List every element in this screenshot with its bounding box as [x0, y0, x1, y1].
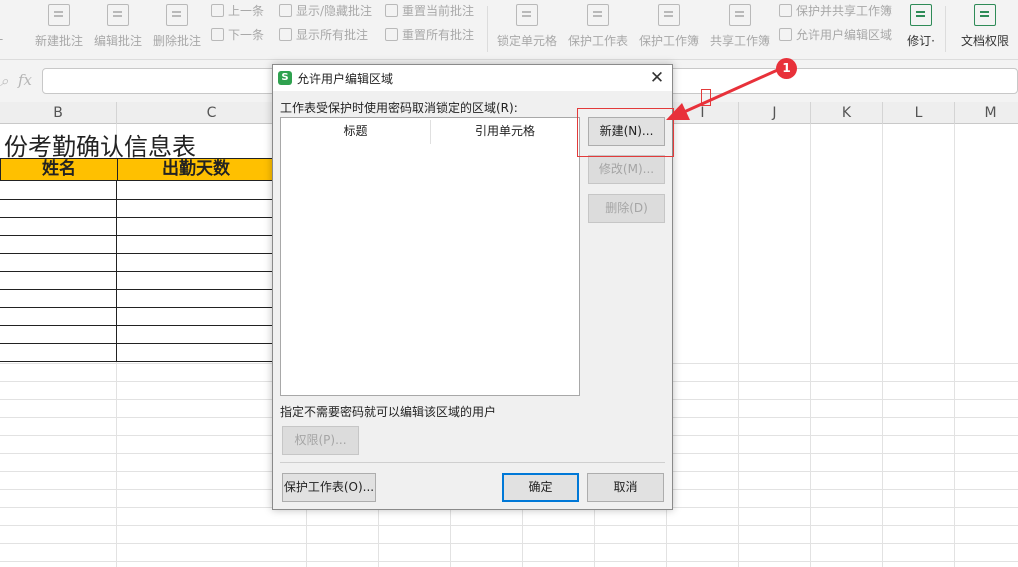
protect-workbook-icon	[658, 4, 680, 26]
table-row[interactable]	[0, 182, 275, 200]
new-range-button[interactable]: 新建(N)...	[588, 117, 665, 146]
table-row[interactable]	[0, 326, 275, 344]
doc-permission-button[interactable]: 文档权限	[955, 0, 1015, 58]
table-row[interactable]	[0, 200, 275, 218]
table-column-divider	[116, 181, 117, 361]
toggle-comments-icon	[279, 3, 292, 17]
dialog-separator	[280, 462, 665, 463]
users-label: 指定不需要密码就可以编辑该区域的用户	[280, 405, 497, 419]
allow-edit-ranges-icon	[779, 27, 792, 41]
delete-comment-button[interactable]: 删除批注	[151, 0, 203, 58]
close-button[interactable]: ✕	[645, 67, 669, 89]
edit-comment-icon	[107, 4, 129, 26]
ribbon-separator	[945, 6, 946, 52]
table-header-row: 姓名 出勤天数	[0, 158, 275, 181]
dialog-title: 允许用户编辑区域	[297, 72, 394, 86]
header-cell-days[interactable]: 出勤天数	[117, 159, 274, 180]
allow-edit-ranges-dialog: S 允许用户编辑区域 ✕ 工作表受保护时使用密码取消锁定的区域(R): 标题 引…	[272, 64, 673, 510]
reset-all-comments-icon	[385, 27, 398, 41]
share-workbook-icon	[729, 4, 751, 26]
toggle-comments-button[interactable]: 显示/隐藏批注	[279, 1, 372, 19]
allow-edit-ranges-button[interactable]: 允许用户编辑区域	[779, 25, 892, 43]
permissions-button[interactable]: 权限(P)...	[282, 426, 359, 455]
table-row[interactable]	[0, 272, 275, 290]
ribbon-toolbar: - 新建批注 编辑批注 删除批注 上一条 下一条 显示/隐藏批注 显示所有批注 …	[0, 0, 1018, 60]
protect-sheet-button[interactable]: 保护工作表(O)...	[282, 473, 376, 502]
column-header-j[interactable]: J	[739, 102, 811, 124]
column-header-l[interactable]: L	[883, 102, 955, 124]
table-row[interactable]	[0, 290, 275, 308]
reset-comment-icon	[385, 3, 398, 17]
share-workbook-button[interactable]: 共享工作簿	[708, 0, 772, 58]
table-row[interactable]	[0, 344, 275, 362]
dialog-titlebar[interactable]: S 允许用户编辑区域 ✕	[273, 65, 672, 91]
list-header-title[interactable]: 标题	[281, 118, 430, 144]
ribbon-separator	[487, 6, 488, 52]
show-all-comments-button[interactable]: 显示所有批注	[279, 25, 368, 43]
show-all-comments-icon	[279, 27, 292, 41]
track-changes-icon	[910, 4, 932, 26]
new-comment-button[interactable]: 新建批注	[33, 0, 85, 58]
column-header-b[interactable]: B	[0, 102, 117, 124]
protect-share-workbook-button[interactable]: 保护并共享工作簿	[779, 1, 892, 19]
new-comment-icon	[48, 4, 70, 26]
ok-button[interactable]: 确定	[502, 473, 579, 502]
protect-sheet-ribbon-button[interactable]: 保护工作表	[566, 0, 630, 58]
list-header-ref[interactable]: 引用单元格	[431, 118, 579, 144]
track-changes-button[interactable]: 修订·	[901, 0, 941, 58]
edit-comment-button[interactable]: 编辑批注	[92, 0, 144, 58]
protect-sheet-icon	[587, 4, 609, 26]
table-row[interactable]	[0, 236, 275, 254]
sheet-title[interactable]: 份考勤确认信息表	[4, 127, 196, 162]
column-header-i[interactable]: I	[667, 102, 739, 124]
app-logo-icon: S	[278, 71, 292, 85]
table-row[interactable]	[0, 308, 275, 326]
ranges-label: 工作表受保护时使用密码取消锁定的区域(R):	[280, 101, 518, 115]
next-comment-icon	[211, 27, 224, 41]
step-badge: 1	[776, 58, 797, 79]
ranges-list[interactable]: 标题 引用单元格	[280, 117, 580, 396]
lock-cell-icon	[516, 4, 538, 26]
fx-icon[interactable]: fx	[18, 71, 32, 89]
header-cell-name[interactable]: 姓名	[1, 159, 117, 180]
doc-permission-icon	[974, 4, 996, 26]
table-row[interactable]	[0, 218, 275, 236]
column-header-k[interactable]: K	[811, 102, 883, 124]
prev-comment-icon	[211, 3, 224, 17]
delete-range-button[interactable]: 删除(D)	[588, 194, 665, 223]
protect-workbook-button[interactable]: 保护工作簿	[637, 0, 701, 58]
ribbon-overflow[interactable]: -	[0, 0, 8, 58]
modify-range-button[interactable]: 修改(M)...	[588, 155, 665, 184]
cancel-button[interactable]: 取消	[587, 473, 664, 502]
prev-comment-button[interactable]: 上一条	[211, 1, 264, 19]
column-header-m[interactable]: M	[955, 102, 1018, 124]
reset-comment-button[interactable]: 重置当前批注	[385, 1, 474, 19]
table-row[interactable]	[0, 254, 275, 272]
next-comment-button[interactable]: 下一条	[211, 25, 264, 43]
zoom-icon[interactable]: ⌕	[0, 72, 8, 90]
reset-all-comments-button[interactable]: 重置所有批注	[385, 25, 474, 43]
lock-cell-button[interactable]: 锁定单元格	[495, 0, 559, 58]
protect-share-icon	[779, 3, 792, 17]
delete-comment-icon	[166, 4, 188, 26]
